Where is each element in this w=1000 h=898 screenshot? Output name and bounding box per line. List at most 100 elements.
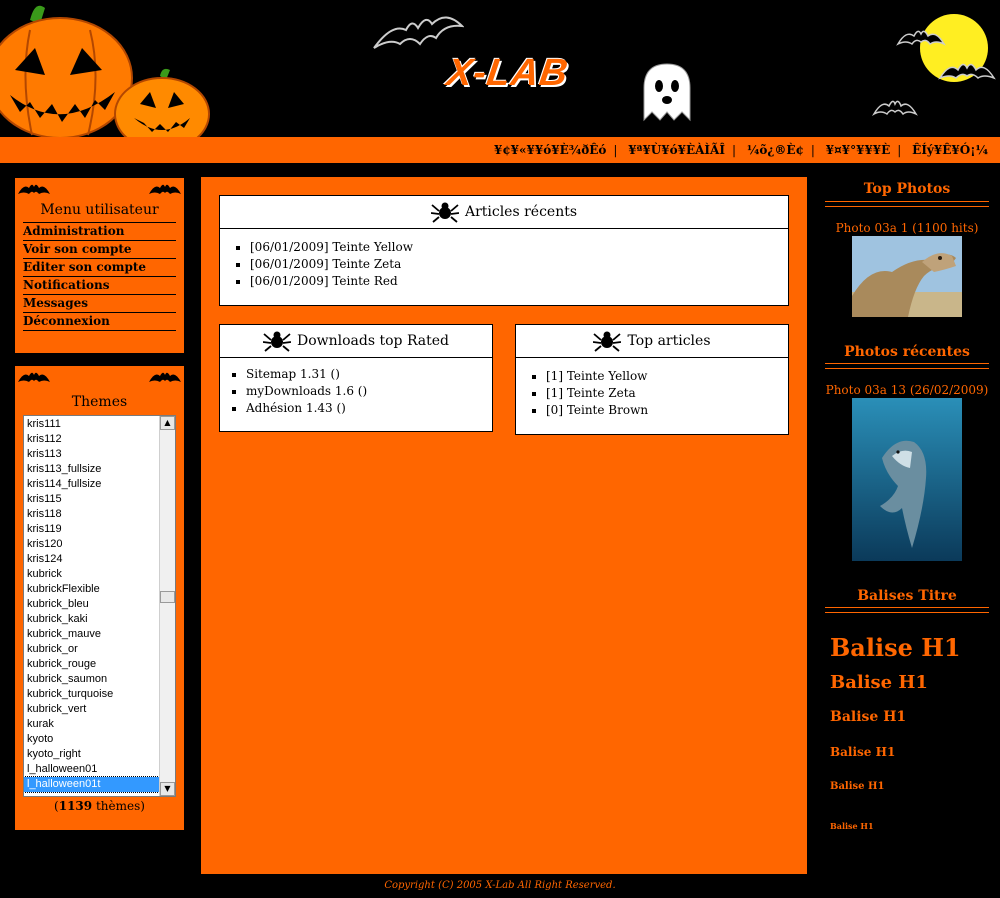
- balise-h5: Balise H1: [830, 781, 885, 792]
- theme-option[interactable]: kris113: [24, 447, 159, 462]
- theme-option[interactable]: kubrick_bleu: [24, 597, 159, 612]
- balise-h1: Balise H1: [830, 633, 961, 662]
- nav-link-inbox[interactable]: ¼õ¿®È¢: [747, 143, 804, 157]
- theme-count-number: 1139: [58, 799, 93, 813]
- bat-icon: [896, 30, 946, 46]
- theme-option[interactable]: kubrick_vert: [24, 702, 159, 717]
- list-item[interactable]: [1] Teinte Zeta: [546, 385, 788, 402]
- theme-option[interactable]: kris114_fullsize: [24, 477, 159, 492]
- theme-list-scrollbar[interactable]: ▲ ▼: [159, 416, 175, 796]
- theme-option[interactable]: kubrickFlexible: [24, 582, 159, 597]
- balise-h4: Balise H1: [830, 745, 896, 759]
- top-nav-bar: ¥¢¥«¥¥ó¥È¾ðÊó | ¥ª¥Ù¥ó¥ÈÀÌÃÎ | ¼õ¿®È¢ | ¥¤¥…: [0, 137, 1000, 163]
- divider: [825, 363, 989, 369]
- list-item[interactable]: [0] Teinte Brown: [546, 402, 788, 419]
- top-nav-links: ¥¢¥«¥¥ó¥È¾ðÊó | ¥ª¥Ù¥ó¥ÈÀÌÃÎ | ¼õ¿®È¢ | ¥¤¥…: [493, 143, 988, 157]
- downloads-list: Sitemap 1.31 () myDownloads 1.6 () Adhés…: [220, 366, 492, 417]
- themes-block: Themes kris111 kris112 kris113 kris113_full…: [14, 365, 185, 831]
- recent-photo-caption[interactable]: Photo 03a 13 (26/02/2009): [820, 383, 994, 397]
- nav-link-logout[interactable]: ¥¤¥°¥¥¥È: [826, 143, 891, 157]
- list-item[interactable]: [06/01/2009] Teinte Red: [250, 273, 788, 290]
- theme-option[interactable]: kris118: [24, 507, 159, 522]
- top-articles-header: Top articles: [516, 325, 788, 358]
- spider-icon: [593, 331, 622, 352]
- logo-text: X-LAB: [444, 52, 572, 94]
- top-articles-list: [1] Teinte Yellow [1] Teinte Zeta [0] Te…: [516, 368, 788, 419]
- user-menu-list: Administration Voir son compte Editer so…: [23, 222, 176, 331]
- menu-item-view-account[interactable]: Voir son compte: [23, 241, 176, 259]
- main-content: Articles récents [06/01/2009] Teinte Yel…: [201, 177, 807, 874]
- scroll-thumb[interactable]: [160, 591, 175, 603]
- user-menu-block: Menu utilisateur Administration Voir son…: [14, 177, 185, 354]
- theme-option[interactable]: kris115: [24, 492, 159, 507]
- theme-option[interactable]: kyoto_right: [24, 747, 159, 762]
- top-articles-title: Top articles: [627, 333, 711, 349]
- theme-option[interactable]: kris111: [24, 417, 159, 432]
- recent-articles-box: Articles récents [06/01/2009] Teinte Yel…: [219, 195, 789, 306]
- user-menu-title: Menu utilisateur: [40, 202, 159, 218]
- list-item[interactable]: [06/01/2009] Teinte Yellow: [250, 239, 788, 256]
- theme-option[interactable]: kris124: [24, 552, 159, 567]
- site-header: X-LAB: [0, 0, 1000, 137]
- divider: [825, 607, 989, 613]
- theme-option[interactable]: l_halloween01: [24, 762, 159, 777]
- theme-option[interactable]: kubrick_or: [24, 642, 159, 657]
- ghost-icon: [643, 63, 691, 122]
- nav-link-account-info[interactable]: ¥¢¥«¥¥ó¥È¾ðÊó: [494, 143, 606, 157]
- downloads-box: Downloads top Rated Sitemap 1.31 () myDo…: [219, 324, 493, 432]
- top-photo-caption[interactable]: Photo 03a 1 (1100 hits): [820, 221, 994, 235]
- theme-select-list[interactable]: kris111 kris112 kris113 kris113_fullsize kri…: [23, 415, 176, 797]
- menu-item-logout[interactable]: Déconnexion: [23, 313, 176, 331]
- list-item[interactable]: [06/01/2009] Teinte Zeta: [250, 256, 788, 273]
- theme-option[interactable]: kubrick_kaki: [24, 612, 159, 627]
- themes-title: Themes: [71, 394, 128, 410]
- balise-h3: Balise H1: [830, 709, 907, 725]
- bat-icon: [18, 184, 50, 194]
- theme-option[interactable]: kris120: [24, 537, 159, 552]
- theme-option[interactable]: kubrick_mauve: [24, 627, 159, 642]
- menu-item-administration[interactable]: Administration: [23, 222, 176, 241]
- theme-option[interactable]: kris119: [24, 522, 159, 537]
- camel-photo[interactable]: [852, 236, 962, 317]
- downloads-header: Downloads top Rated: [220, 325, 492, 358]
- divider: [825, 201, 989, 207]
- site-logo[interactable]: X-LAB: [444, 52, 571, 95]
- theme-option[interactable]: kurak: [24, 717, 159, 732]
- menu-item-notifications[interactable]: Notifications: [23, 277, 176, 295]
- spider-icon: [262, 331, 292, 352]
- balise-h2: Balise H1: [830, 672, 928, 693]
- list-item[interactable]: Adhésion 1.43 (): [246, 400, 492, 417]
- bat-icon: [149, 372, 181, 382]
- theme-options: kris111 kris112 kris113 kris113_fullsize kri…: [24, 417, 160, 793]
- theme-option[interactable]: kubrick_turquoise: [24, 687, 159, 702]
- nav-link-event-notify[interactable]: ¥ª¥Ù¥ó¥ÈÀÌÃÎ: [628, 143, 725, 157]
- theme-option[interactable]: kubrick_saumon: [24, 672, 159, 687]
- bat-icon: [872, 100, 918, 117]
- scroll-up-button[interactable]: ▲: [160, 416, 175, 430]
- balise-h6: Balise H1: [830, 821, 874, 831]
- bat-icon: [149, 184, 181, 194]
- scroll-down-button[interactable]: ▼: [160, 782, 175, 796]
- balises-title: Balises Titre: [857, 588, 957, 604]
- nav-link-admin-menu[interactable]: ÊÍý¥Ê¥Ó¡¼: [912, 143, 988, 157]
- theme-count: (1139 thèmes): [54, 799, 145, 813]
- downloads-title: Downloads top Rated: [296, 333, 450, 349]
- theme-option[interactable]: kyoto: [24, 732, 159, 747]
- theme-option[interactable]: kubrick_rouge: [24, 657, 159, 672]
- footer-copyright: Copyright (C) 2005 X-Lab All Right Reser…: [384, 880, 616, 891]
- list-item[interactable]: Sitemap 1.31 (): [246, 366, 492, 383]
- theme-option[interactable]: l_halloween01t: [24, 776, 160, 793]
- theme-option[interactable]: kris112: [24, 432, 159, 447]
- menu-item-edit-account[interactable]: Editer son compte: [23, 259, 176, 277]
- theme-option[interactable]: kubrick: [24, 567, 159, 582]
- recent-articles-title: Articles récents: [464, 204, 578, 220]
- bat-icon: [938, 63, 996, 80]
- dolphin-photo[interactable]: [852, 398, 962, 561]
- list-item[interactable]: [1] Teinte Yellow: [546, 368, 788, 385]
- small-pumpkin-icon: [114, 68, 210, 137]
- bat-icon: [18, 372, 50, 382]
- list-item[interactable]: myDownloads 1.6 (): [246, 383, 492, 400]
- recent-articles-header: Articles récents: [220, 196, 788, 229]
- menu-item-messages[interactable]: Messages: [23, 295, 176, 313]
- theme-option[interactable]: kris113_fullsize: [24, 462, 159, 477]
